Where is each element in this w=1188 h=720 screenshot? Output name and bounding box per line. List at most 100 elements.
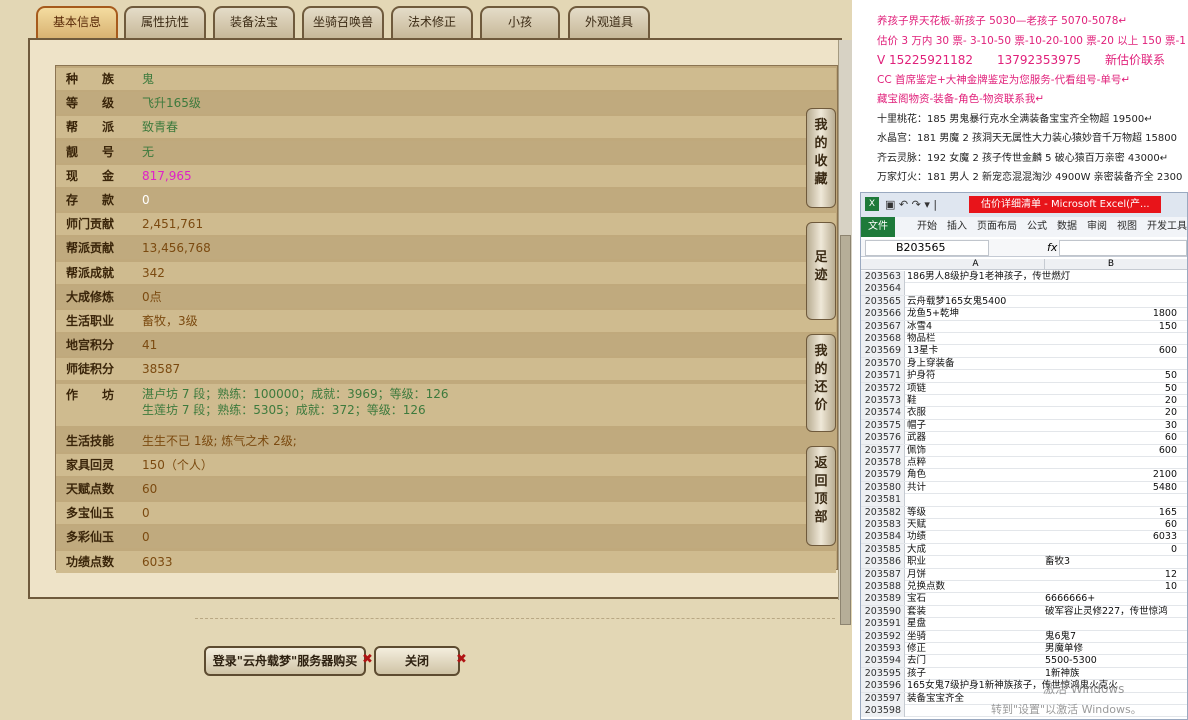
cell-b[interactable]: 60	[1045, 432, 1177, 444]
cell-a[interactable]: 共计	[907, 482, 926, 494]
sheet-row[interactable]: 203567 冰雪4 150	[861, 320, 1187, 333]
cell-a[interactable]: 护身符	[907, 370, 936, 382]
menu-page-layout[interactable]: 页面布局	[977, 217, 1017, 237]
cell-b[interactable]: 1800	[1045, 308, 1177, 320]
cell-a[interactable]: 帽子	[907, 420, 926, 432]
cell-a[interactable]: 角色	[907, 469, 926, 481]
row-number[interactable]: 203579	[861, 469, 905, 482]
menu-insert[interactable]: 插入	[947, 217, 967, 237]
cell-a[interactable]: 月饼	[907, 569, 926, 581]
cell-b[interactable]: 1新神族	[1045, 668, 1177, 680]
row-number[interactable]: 203572	[861, 382, 905, 395]
cell-a[interactable]: 云舟载梦165女鬼5400	[907, 296, 1006, 308]
row-number[interactable]: 203596	[861, 680, 905, 693]
cell-a[interactable]: 职业	[907, 556, 926, 568]
sheet-row[interactable]: 203568 物品栏	[861, 333, 1187, 346]
cell-a[interactable]: 装备宝宝齐全	[907, 693, 964, 705]
tab-equipment[interactable]: 装备法宝	[213, 6, 295, 39]
row-number[interactable]: 203578	[861, 457, 905, 469]
row-number[interactable]: 203571	[861, 370, 905, 383]
row-number[interactable]: 203598	[861, 705, 905, 717]
sheet-row[interactable]: 203581	[861, 494, 1187, 507]
sheet-row[interactable]: 203591 星盘	[861, 618, 1187, 631]
my-favorites-button[interactable]: 我的收藏	[806, 108, 836, 208]
tab-mounts-pets[interactable]: 坐骑召唤兽	[302, 6, 384, 39]
cell-a[interactable]: 星盘	[907, 618, 926, 630]
function-icon[interactable]: fx	[1047, 239, 1057, 257]
cell-a[interactable]: 修正	[907, 643, 926, 655]
cell-b[interactable]: 破军容止灵修227，传世惊鸿	[1045, 606, 1177, 618]
cell-b[interactable]: 畜牧3	[1045, 556, 1177, 568]
cell-a[interactable]: 龙鱼5+乾坤	[907, 308, 959, 320]
cell-a[interactable]: 兑换点数	[907, 581, 945, 593]
cell-a[interactable]: 去门	[907, 655, 926, 667]
tab-appearance[interactable]: 外观道具	[568, 6, 650, 39]
cell-a[interactable]: 项链	[907, 383, 926, 395]
row-number[interactable]: 203566	[861, 308, 905, 321]
sheet-row[interactable]: 203576 武器 60	[861, 432, 1187, 445]
cell-a[interactable]: 13星卡	[907, 345, 938, 357]
tab-attributes[interactable]: 属性抗性	[124, 6, 206, 39]
row-number[interactable]: 203567	[861, 320, 905, 333]
cell-a[interactable]: 冰雪4	[907, 321, 932, 333]
sheet-row[interactable]: 203573 鞋 20	[861, 395, 1187, 408]
cell-b[interactable]: 150	[1045, 321, 1177, 333]
cell-a[interactable]: 孩子	[907, 668, 926, 680]
sheet-row[interactable]: 203572 项链 50	[861, 382, 1187, 395]
tab-basic-info[interactable]: 基本信息	[36, 6, 118, 39]
close-x-icon[interactable]: ✖	[456, 652, 467, 667]
cell-b[interactable]: 20	[1045, 395, 1177, 407]
vertical-scrollbar[interactable]	[838, 40, 852, 625]
sheet-row[interactable]: 203571 护身符 50	[861, 370, 1187, 383]
cell-b[interactable]: 10	[1045, 581, 1177, 593]
menu-view[interactable]: 视图	[1117, 217, 1137, 237]
login-purchase-button[interactable]: 登录"云舟载梦"服务器购买	[204, 646, 366, 676]
cell-b[interactable]: 男魔单修	[1045, 643, 1177, 655]
row-number[interactable]: 203574	[861, 407, 905, 420]
cell-b[interactable]: 2100	[1045, 469, 1177, 481]
sheet-row[interactable]: 203586 职业 畜牧3	[861, 556, 1187, 569]
cell-b[interactable]: 6033	[1045, 531, 1177, 543]
row-number[interactable]: 203594	[861, 655, 905, 668]
sheet-row[interactable]: 203574 衣服 20	[861, 407, 1187, 420]
cell-b[interactable]: 50	[1045, 370, 1177, 382]
sheet-row[interactable]: 203589 宝石 6666666+	[861, 593, 1187, 606]
row-number[interactable]: 203577	[861, 444, 905, 457]
cell-b[interactable]: 600	[1045, 445, 1177, 457]
row-number[interactable]: 203580	[861, 481, 905, 494]
cell-a[interactable]: 天赋	[907, 519, 926, 531]
cell-a[interactable]: 衣服	[907, 407, 926, 419]
row-number[interactable]: 203582	[861, 506, 905, 519]
close-button[interactable]: 关闭	[374, 646, 460, 676]
sheet-row[interactable]: 203565 云舟载梦165女鬼5400	[861, 295, 1187, 309]
cell-a[interactable]: 点粹	[907, 457, 926, 469]
menu-review[interactable]: 审阅	[1087, 217, 1107, 237]
formula-input[interactable]	[1059, 240, 1187, 256]
sheet-row[interactable]: 203596 165女鬼7级护身1新神族孩子，传世惊鸿鬼火克火	[861, 680, 1187, 693]
sheet-row[interactable]: 203592 坐骑 鬼6鬼7	[861, 630, 1187, 643]
row-number[interactable]: 203589	[861, 593, 905, 606]
sheet-row[interactable]: 203563 186男人8级护身1老神孩子，传世燃灯	[861, 271, 1187, 284]
menu-formulas[interactable]: 公式	[1027, 217, 1047, 237]
sheet-row[interactable]: 203593 修正 男魔单修	[861, 643, 1187, 656]
tab-spell-correction[interactable]: 法术修正	[391, 6, 473, 39]
row-number[interactable]: 203570	[861, 357, 905, 370]
cell-b[interactable]: 165	[1045, 507, 1177, 519]
sheet-row[interactable]: 203566 龙鱼5+乾坤 1800	[861, 308, 1187, 321]
sheet-row[interactable]: 203587 月饼 12	[861, 568, 1187, 581]
sheet-row[interactable]: 203585 大成 0	[861, 543, 1187, 557]
row-number[interactable]: 203595	[861, 667, 905, 680]
menu-data[interactable]: 数据	[1057, 217, 1077, 237]
cell-a[interactable]: 身上穿装备	[907, 358, 955, 370]
cell-a[interactable]: 鞋	[907, 395, 917, 407]
cell-a[interactable]: 坐骑	[907, 631, 926, 643]
cell-a[interactable]: 等级	[907, 507, 926, 519]
row-number[interactable]: 203584	[861, 531, 905, 544]
cell-b[interactable]: 6666666+	[1045, 593, 1177, 605]
quick-access-icons[interactable]: ▣ ↶ ↷ ▾ |	[885, 198, 937, 211]
row-number[interactable]: 203581	[861, 494, 905, 507]
cell-b[interactable]: 20	[1045, 407, 1177, 419]
sheet-row[interactable]: 203588 兑换点数 10	[861, 581, 1187, 594]
sheet-row[interactable]: 203579 角色 2100	[861, 469, 1187, 482]
row-number[interactable]: 203591	[861, 618, 905, 631]
